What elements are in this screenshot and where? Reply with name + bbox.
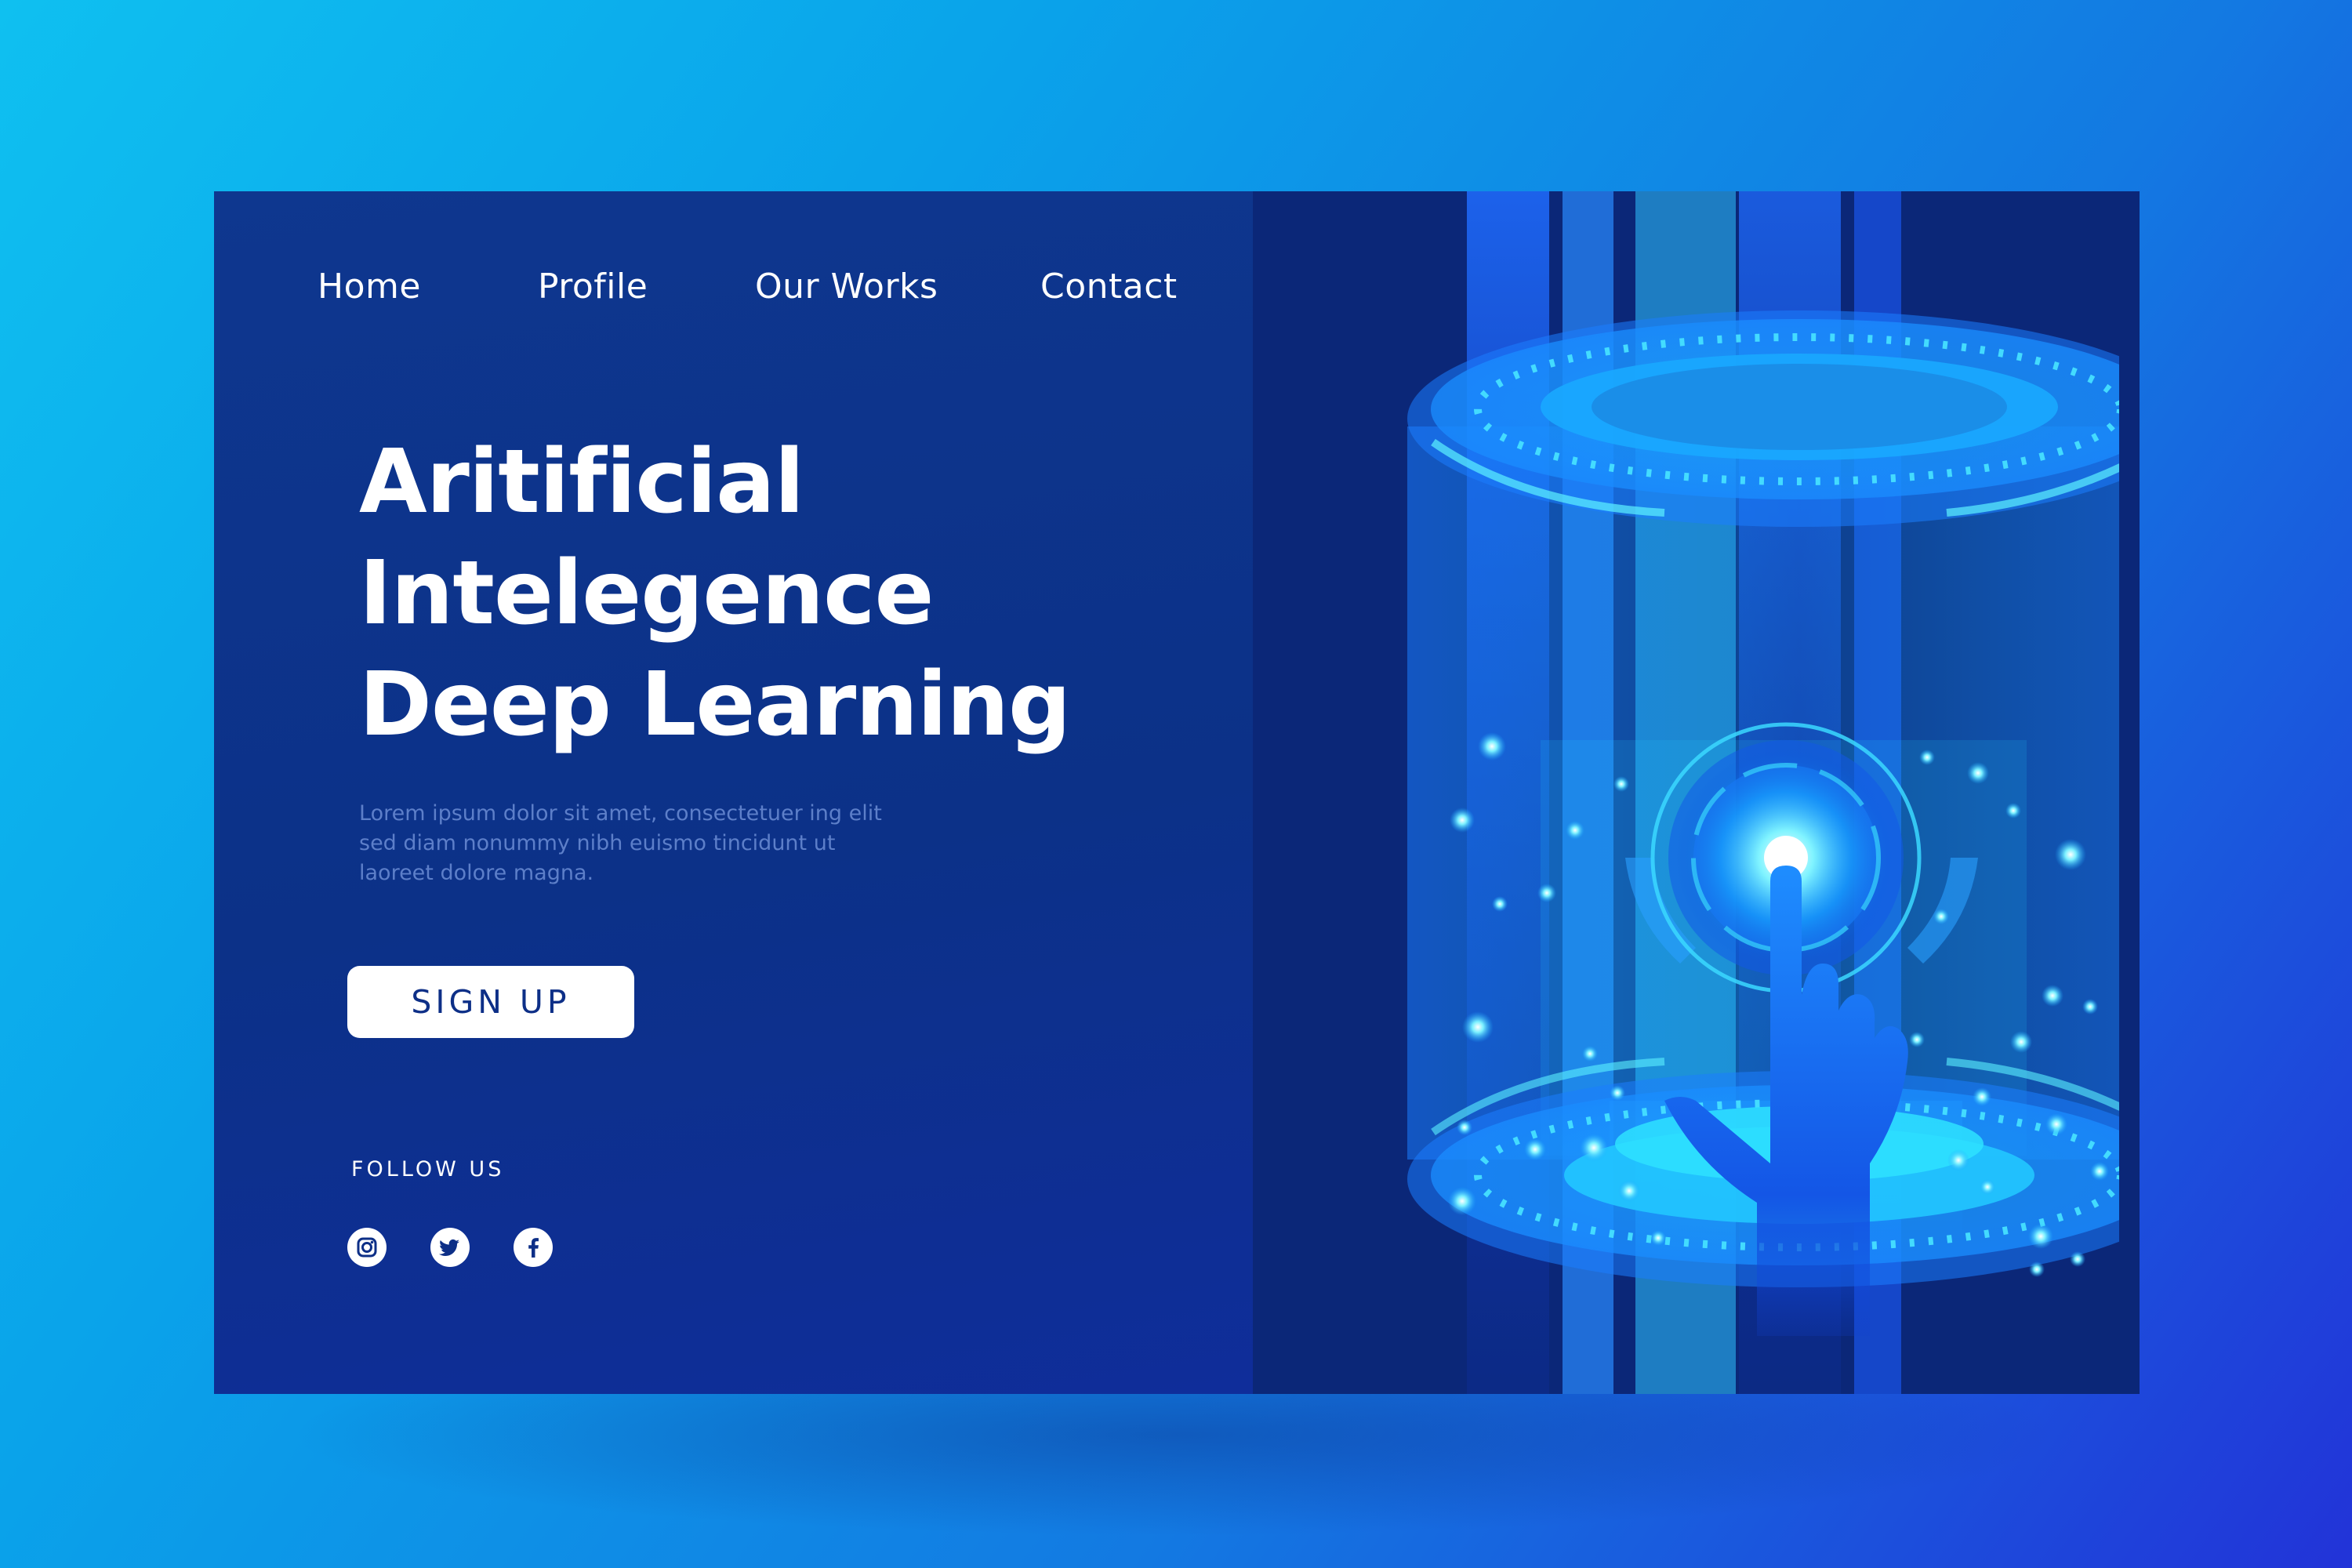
nav-link-contact[interactable]: Contact xyxy=(1040,267,1178,307)
follow-us-label: FOLLOW US xyxy=(351,1157,505,1181)
facebook-icon[interactable] xyxy=(514,1228,553,1267)
sign-up-button[interactable]: SIGN UP xyxy=(347,966,634,1038)
twitter-icon[interactable] xyxy=(430,1228,470,1267)
top-navigation: Home Profile Our Works Contact xyxy=(214,191,1253,379)
ai-hologram-illustration xyxy=(1407,191,2119,1394)
hero-title-line-2: Intelegence xyxy=(359,543,934,644)
hero-title-line-1: Aritificial xyxy=(359,431,804,533)
hero-description: Lorem ipsum dolor sit amet, consectetuer… xyxy=(359,801,882,885)
hero-title-line-3: Deep Learning xyxy=(359,654,1071,756)
instagram-icon[interactable] xyxy=(347,1228,387,1267)
hero-title: Aritificial Intelegence Deep Learning xyxy=(359,426,1206,760)
nav-link-profile[interactable]: Profile xyxy=(538,267,648,307)
landing-page-card: Home Profile Our Works Contact Aritifici… xyxy=(214,191,2140,1394)
nav-link-our-works[interactable]: Our Works xyxy=(755,267,938,307)
nav-link-home[interactable]: Home xyxy=(318,267,421,307)
